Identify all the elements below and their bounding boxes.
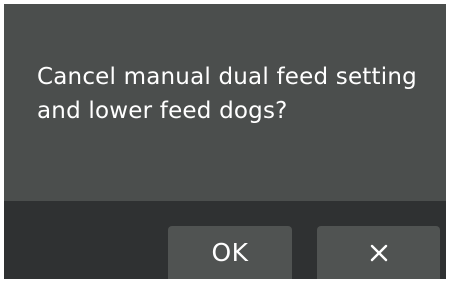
message-area: Cancel manual dual feed setting and lowe…	[4, 4, 446, 201]
close-icon	[370, 244, 387, 261]
ok-button-label: OK	[211, 238, 249, 267]
dialog-message: Cancel manual dual feed setting and lowe…	[37, 64, 417, 124]
ok-button[interactable]: OK	[168, 226, 292, 279]
cancel-button[interactable]	[317, 226, 440, 279]
confirm-dialog: Cancel manual dual feed setting and lowe…	[4, 4, 446, 279]
